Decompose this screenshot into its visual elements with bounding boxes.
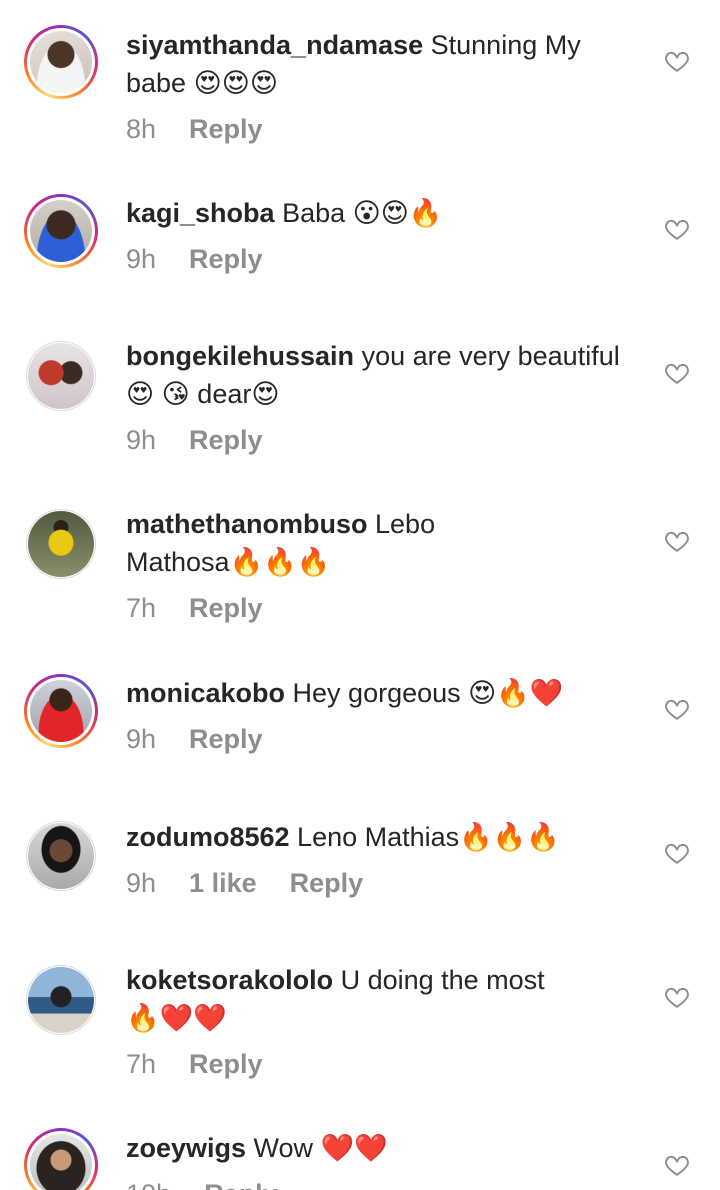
avatar-story-ring[interactable] <box>24 1128 98 1190</box>
reply-button[interactable]: Reply <box>204 1177 278 1190</box>
reply-button[interactable]: Reply <box>189 1047 263 1081</box>
comment-line-1: Wow ❤️❤️ <box>246 1133 388 1163</box>
comment-time: 9h <box>126 244 157 274</box>
avatar-story-ring[interactable] <box>24 194 98 268</box>
heart-outline-icon[interactable] <box>664 48 690 74</box>
comment-text: siyamthanda_ndamase Stunning My <box>126 26 626 64</box>
avatar[interactable] <box>26 341 96 411</box>
heart-outline-icon[interactable] <box>664 984 690 1010</box>
reply-button[interactable]: Reply <box>189 423 263 457</box>
reply-button[interactable]: Reply <box>189 722 263 756</box>
comment-line-1: Hey gorgeous 😍🔥❤️ <box>285 678 564 708</box>
comment-time: 7h <box>126 593 157 623</box>
comment-line-1: Lebo <box>367 509 436 539</box>
heart-outline-icon[interactable] <box>664 216 690 242</box>
comment-username[interactable]: kagi_shoba <box>126 198 275 228</box>
comment-line-2: 😍 😘 dear😍 <box>126 379 280 409</box>
likes-count[interactable]: 1 like <box>189 866 257 900</box>
comment-username[interactable]: zodumo8562 <box>126 822 290 852</box>
heart-outline-icon[interactable] <box>664 528 690 554</box>
comment-time: 7h <box>126 1049 157 1079</box>
comment-text: bongekilehussain you are very beautiful <box>126 337 626 375</box>
comment-text: zodumo8562 Leno Mathias🔥🔥🔥 <box>126 818 626 856</box>
comment-line-1: Stunning My <box>423 30 581 60</box>
comment-line-1: Leno Mathias🔥🔥🔥 <box>289 822 561 852</box>
comment-username[interactable]: monicakobo <box>126 678 285 708</box>
comment-line-2: 🔥❤️❤️ <box>126 1003 227 1033</box>
comment-time: 10h <box>126 1177 171 1190</box>
comment-line-2: Mathosa🔥🔥🔥 <box>126 547 331 577</box>
reply-button[interactable]: Reply <box>290 866 364 900</box>
comment-line-1: U doing the most <box>333 965 545 995</box>
comment-time: 9h <box>126 425 157 455</box>
avatar <box>30 200 92 262</box>
comment-text: zoeywigs Wow ❤️❤️ <box>126 1129 626 1167</box>
comment-time: 9h <box>126 868 157 898</box>
avatar[interactable] <box>26 965 96 1035</box>
comment-username[interactable]: mathethanombuso <box>126 509 368 539</box>
comment-line-2: babe 😍😍😍 <box>126 68 279 98</box>
comment-text: monicakobo Hey gorgeous 😍🔥❤️ <box>126 674 626 712</box>
reply-button[interactable]: Reply <box>189 112 263 146</box>
avatar <box>30 1134 92 1190</box>
heart-outline-icon[interactable] <box>664 840 690 866</box>
reply-button[interactable]: Reply <box>189 242 263 276</box>
avatar <box>30 31 92 93</box>
comment-time: 9h <box>126 724 157 754</box>
avatar-story-ring[interactable] <box>24 25 98 99</box>
comment-username[interactable]: siyamthanda_ndamase <box>126 30 423 60</box>
reply-button[interactable]: Reply <box>189 591 263 625</box>
avatar <box>30 680 92 742</box>
avatar-story-ring[interactable] <box>24 674 98 748</box>
comment-time: 8h <box>126 114 157 144</box>
comment-username[interactable]: zoeywigs <box>126 1133 246 1163</box>
heart-outline-icon[interactable] <box>664 1152 690 1178</box>
avatar[interactable] <box>26 509 96 579</box>
comment-username[interactable]: bongekilehussain <box>126 341 354 371</box>
comment-text: kagi_shoba Baba 😮😍🔥 <box>126 194 626 232</box>
comment-text: koketsorakololo U doing the most <box>126 961 626 999</box>
avatar[interactable] <box>26 821 96 891</box>
comment-line-1: Baba 😮😍🔥 <box>274 198 443 228</box>
comment-line-1: you are very beautiful <box>354 341 620 371</box>
heart-outline-icon[interactable] <box>664 696 690 722</box>
heart-outline-icon[interactable] <box>664 360 690 386</box>
comment-text: mathethanombuso Lebo <box>126 505 626 543</box>
comment-username[interactable]: koketsorakololo <box>126 965 333 995</box>
